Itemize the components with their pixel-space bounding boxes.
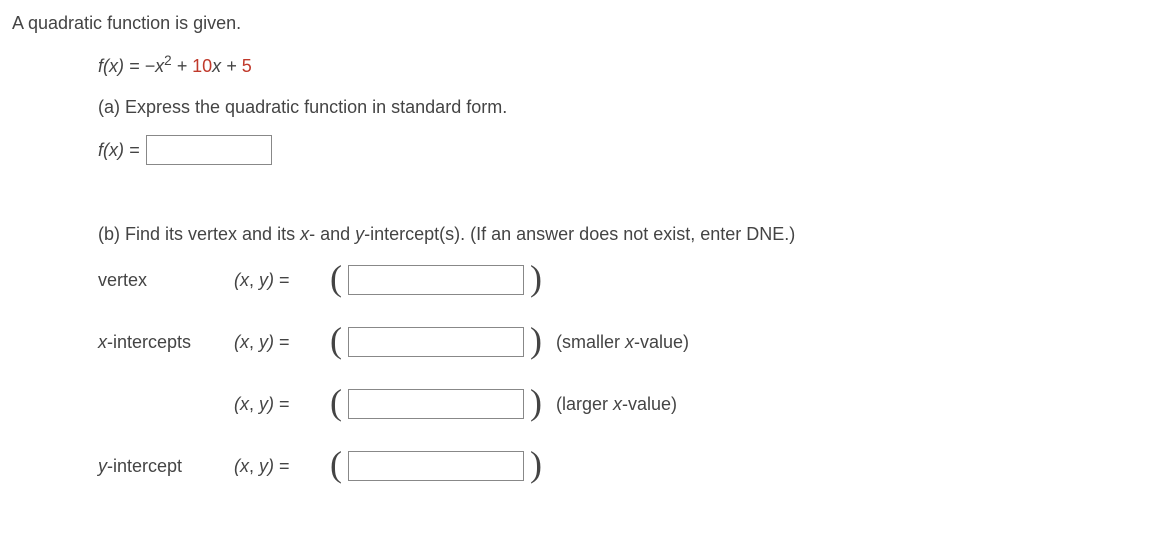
xint1-xy-label: (x, y) = [234,329,324,356]
left-paren-icon: ( [330,446,342,482]
vertex-xy-label: (x, y) = [234,267,324,294]
larger-x-hint: (larger x-value) [556,391,677,418]
given-function: f(x) = −x2 + 10x + 5 [98,51,1142,80]
right-paren-icon: ) [530,322,542,358]
vertex-row: vertex (x, y) = ( ) [98,262,1142,298]
fx-equals-label: f(x) = [98,137,140,164]
x-intercept-larger-input[interactable] [348,389,524,419]
right-paren-icon: ) [530,260,542,296]
part-b-prompt: (b) Find its vertex and its x- and y-int… [98,221,1142,248]
standard-form-input[interactable] [146,135,272,165]
part-a-prompt: (a) Express the quadratic function in st… [98,94,1142,121]
xint2-xy-label: (x, y) = [234,391,324,418]
left-paren-icon: ( [330,384,342,420]
right-paren-icon: ) [530,446,542,482]
x-intercept-smaller-row: x-intercepts (x, y) = ( ) (smaller x-val… [98,324,1142,360]
vertex-input[interactable] [348,265,524,295]
x-intercept-larger-row: (x, y) = ( ) (larger x-value) [98,386,1142,422]
y-intercept-input[interactable] [348,451,524,481]
smaller-x-hint: (smaller x-value) [556,329,689,356]
intro-text: A quadratic function is given. [12,10,1142,37]
part-a-row: f(x) = [98,135,1142,165]
x-intercept-smaller-input[interactable] [348,327,524,357]
y-intercept-label: y-intercept [98,453,228,480]
vertex-label: vertex [98,267,228,294]
yint-xy-label: (x, y) = [234,453,324,480]
right-paren-icon: ) [530,384,542,420]
y-intercept-row: y-intercept (x, y) = ( ) [98,448,1142,484]
x-intercepts-label: x-intercepts [98,329,228,356]
left-paren-icon: ( [330,260,342,296]
left-paren-icon: ( [330,322,342,358]
